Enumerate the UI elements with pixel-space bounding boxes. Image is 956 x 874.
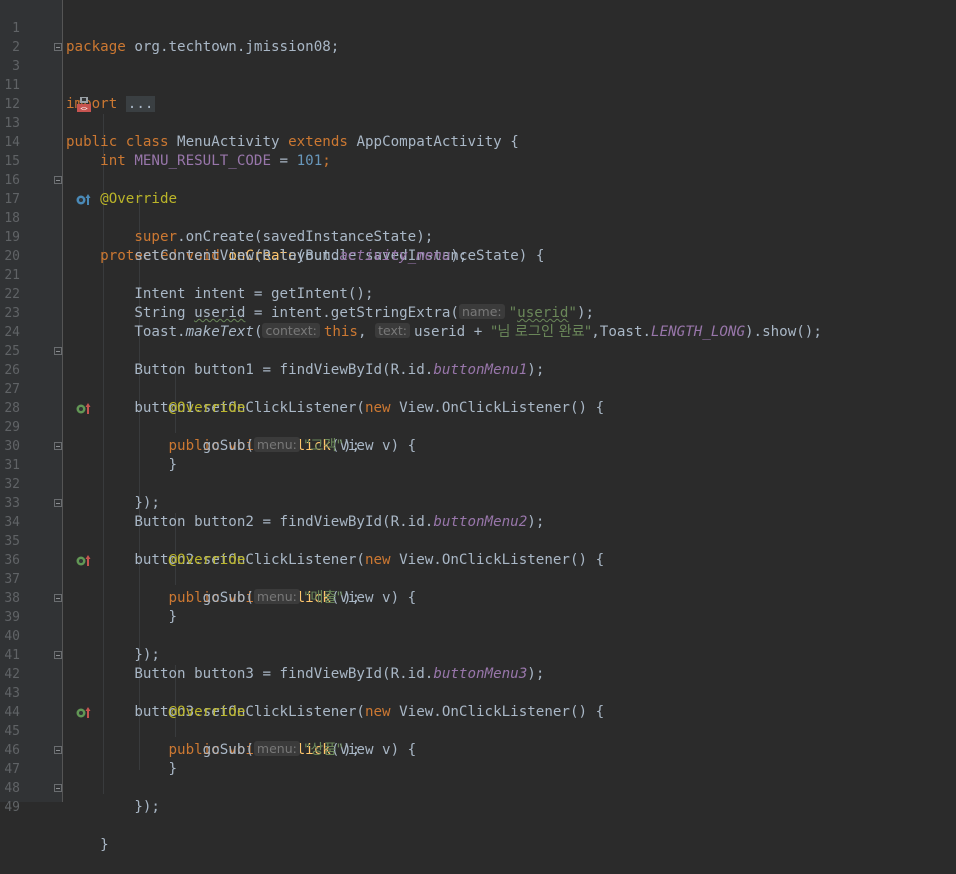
line-number: 49	[4, 800, 20, 815]
fold-toggle[interactable]	[54, 499, 62, 507]
code-line[interactable]: 26 button1.setOnClickListener(new View.O…	[0, 342, 956, 416]
fold-toggle[interactable]	[54, 784, 62, 792]
code-text: });	[134, 799, 160, 815]
code-line[interactable]: 11	[0, 57, 956, 93]
code-line[interactable]: 27 @Override	[0, 361, 956, 416]
code-line[interactable]: 28 public void onClick(View v) {	[0, 380, 956, 454]
code-line[interactable]: 14 int MENU_RESULT_CODE = 101;	[0, 114, 956, 169]
code-line[interactable]: 36 public void onClick(View v) {	[0, 532, 956, 606]
implement-method-icon[interactable]	[25, 686, 91, 718]
code-line[interactable]: 25 Button button1 = findViewById(R.id.bu…	[0, 323, 956, 378]
code-line[interactable]: 13	[0, 95, 956, 131]
fold-toggle[interactable]	[54, 651, 62, 659]
code-line[interactable]: 12 <> public class MenuActivity extends …	[0, 76, 956, 150]
code-line[interactable]: 24	[0, 304, 956, 340]
code-text: }	[100, 837, 109, 853]
fold-toggle[interactable]	[54, 43, 62, 51]
code-line[interactable]: 38 }	[0, 570, 956, 625]
code-editor[interactable]: 1 package org.techtown.jmission08; 2 3 i…	[0, 0, 956, 853]
code-line[interactable]: 35 @Override	[0, 513, 956, 568]
override-method-icon[interactable]	[25, 173, 91, 205]
code-line[interactable]: 48	[0, 760, 956, 796]
code-line[interactable]: 29 goSub(menu: "고객");	[0, 399, 956, 454]
code-line[interactable]: 44 public void onClick(View v) {	[0, 684, 956, 758]
code-line[interactable]: 49 }	[0, 779, 956, 853]
implement-method-icon[interactable]	[25, 534, 91, 566]
code-line[interactable]: 1 package org.techtown.jmission08;	[0, 0, 956, 55]
code-line[interactable]: 37 goSub(menu: "매출");	[0, 551, 956, 606]
code-line[interactable]: 41 Button button3 = findViewById(R.id.bu…	[0, 627, 956, 682]
fold-toggle[interactable]	[54, 594, 62, 602]
code-line[interactable]: 40	[0, 608, 956, 644]
code-line[interactable]: 32	[0, 456, 956, 492]
code-line[interactable]: 19 setContentView(R.layout.activity_menu…	[0, 209, 956, 264]
code-line[interactable]: 3 import ...	[0, 38, 956, 112]
android-layout-icon[interactable]: <>	[25, 78, 92, 113]
code-line[interactable]: 18 super.onCreate(savedInstanceState);	[0, 190, 956, 245]
code-line[interactable]: 47 });	[0, 741, 956, 815]
code-line[interactable]: 23 Toast.makeText(context: this, text: use…	[0, 285, 956, 340]
code-line[interactable]: 30 }	[0, 418, 956, 473]
fold-toggle[interactable]	[54, 176, 62, 184]
code-line[interactable]: 17 protected void onCreate(Bundle savedI…	[0, 171, 956, 264]
code-line[interactable]: 39 });	[0, 589, 956, 663]
fold-toggle[interactable]	[54, 347, 62, 355]
code-line[interactable]: 20	[0, 228, 956, 264]
implement-method-icon[interactable]	[25, 382, 91, 414]
fold-toggle[interactable]	[54, 746, 62, 754]
code-line[interactable]: 43 @Override	[0, 665, 956, 720]
code-line[interactable]: 45 goSub(menu: "상품");	[0, 703, 956, 758]
fold-toggle[interactable]	[54, 442, 62, 450]
code-line[interactable]: 42 button3.setOnClickListener(new View.O…	[0, 646, 956, 720]
code-line[interactable]: 22 String userid = intent.getStringExtra…	[0, 266, 956, 321]
code-line[interactable]: 15	[0, 133, 956, 169]
code-line[interactable]: 2	[0, 19, 956, 55]
code-line[interactable]: 34 button2.setOnClickListener(new View.O…	[0, 494, 956, 568]
code-line[interactable]: 31 });	[0, 437, 956, 511]
code-line[interactable]: 21 Intent intent = getIntent();	[0, 247, 956, 302]
code-line[interactable]: 16 @Override	[0, 152, 956, 207]
code-line[interactable]: 46 }	[0, 722, 956, 777]
code-line[interactable]: 33 Button button2 = findViewById(R.id.bu…	[0, 475, 956, 530]
